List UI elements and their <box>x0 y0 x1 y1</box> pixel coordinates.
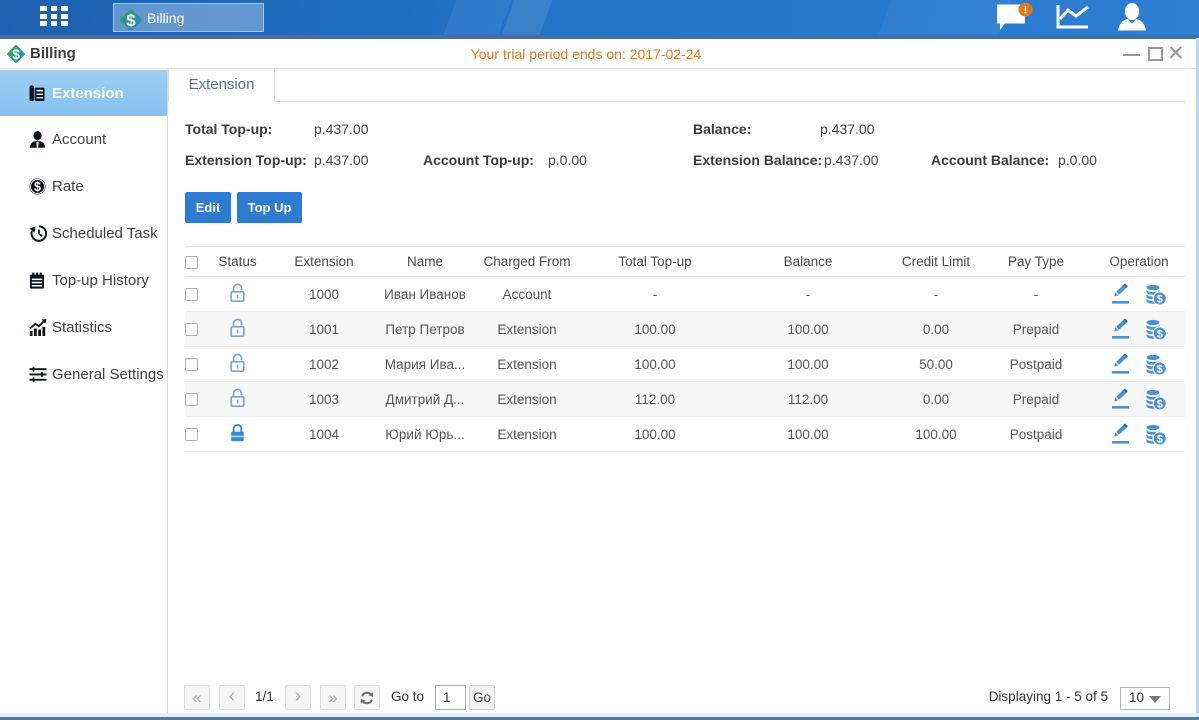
svg-text:$: $ <box>1157 364 1163 376</box>
svg-text:!: ! <box>1024 5 1028 17</box>
svg-text:$: $ <box>1157 329 1163 341</box>
svg-text:$: $ <box>1157 434 1163 446</box>
svg-text:$: $ <box>34 180 41 194</box>
svg-text:$: $ <box>1157 399 1163 411</box>
svg-text:$: $ <box>126 11 136 30</box>
svg-text:$: $ <box>1157 294 1163 306</box>
